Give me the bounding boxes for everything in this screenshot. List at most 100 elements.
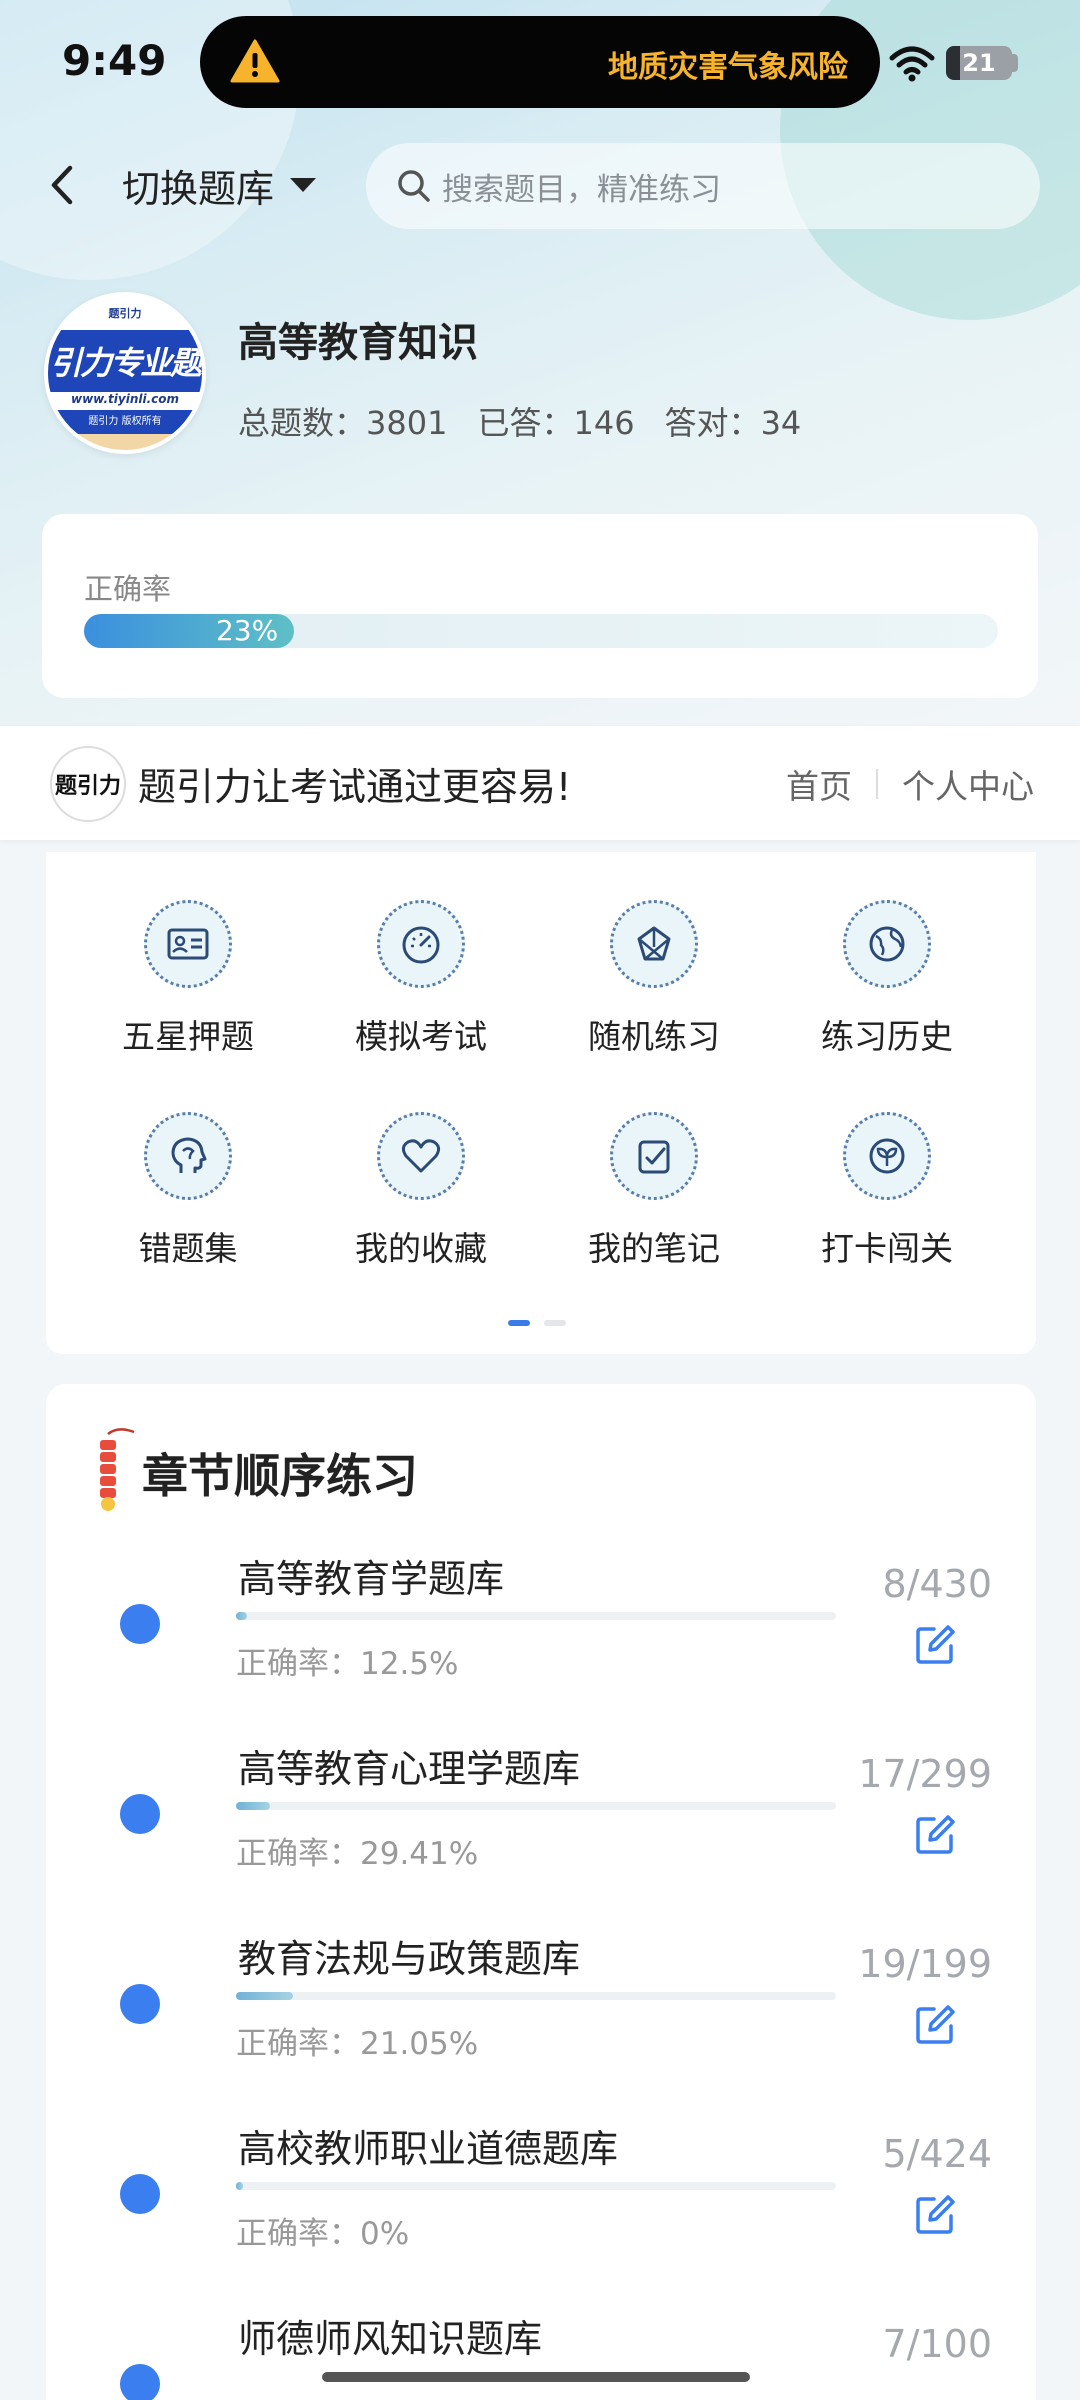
chapter-count: 19/199 [858, 1942, 992, 1986]
battery-cap [1012, 54, 1018, 72]
edit-icon[interactable] [912, 1622, 958, 1668]
search-icon [398, 170, 430, 202]
chapter-progress-fill [236, 1612, 248, 1620]
chapter-accuracy: 正确率：0% [236, 2216, 410, 2252]
tool-label: 随机练习 [588, 1017, 720, 1056]
stat-answered: 已答：146 [477, 404, 635, 442]
battery-indicator: 21 [946, 46, 1012, 80]
chapter-dot [120, 1794, 160, 1834]
chapter-count: 17/299 [858, 1752, 992, 1796]
chapter-row[interactable]: 师德师风知识题库 7/100 [46, 2308, 1036, 2400]
back-arrow-icon[interactable] [40, 160, 84, 210]
personal-center-link[interactable]: 个人中心 [902, 760, 1034, 808]
chapter-accuracy: 正确率：21.05% [236, 2026, 479, 2062]
brand-slogan: 题引力让考试通过更容易! [138, 765, 572, 809]
dynamic-island-alert[interactable]: 地质灾害气象风险 [200, 16, 880, 108]
accuracy-card: 正确率 23% [42, 514, 1038, 698]
chapter-progress-fill [236, 2182, 244, 2190]
chapter-row[interactable]: 教育法规与政策题库 正确率：21.05% 19/199 [46, 1928, 1036, 2118]
home-link[interactable]: 首页 [786, 760, 852, 808]
globe-icon [869, 926, 905, 962]
chapter-progress-track [236, 2182, 836, 2190]
chapter-count: 5/424 [882, 2132, 992, 2176]
note-check-icon [638, 1140, 670, 1174]
heart-icon [401, 1139, 441, 1173]
page-dot-active [508, 1320, 530, 1326]
tool-history[interactable]: 练习历史 [787, 900, 987, 1058]
logo-brand: 题引力 [108, 307, 142, 320]
chapter-progress-track [236, 1612, 836, 1620]
battery-level: 21 [962, 49, 996, 77]
chapter-progress-track [236, 1802, 836, 1810]
chapter-row[interactable]: 高校教师职业道德题库 正确率：0% 5/424 [46, 2118, 1036, 2308]
chapter-name: 师德师风知识题库 [238, 2317, 543, 2361]
tool-mock-exam[interactable]: 模拟考试 [321, 900, 521, 1058]
chapter-dot [120, 1984, 160, 2024]
chapter-title: 章节顺序练习 [142, 1449, 418, 1503]
home-indicator[interactable] [322, 2372, 750, 2382]
edit-icon[interactable] [912, 2002, 958, 2048]
tool-label: 我的收藏 [355, 1229, 487, 1268]
head-icon [171, 1137, 207, 1173]
stat-correct: 答对：34 [664, 404, 802, 442]
caret-down-icon [290, 178, 317, 192]
banner-links: 首页 个人中心 [786, 760, 1034, 808]
search-placeholder: 搜索题目，精准练习 [442, 171, 721, 208]
accuracy-value: 23% [215, 614, 279, 647]
chapter-dot [120, 2174, 160, 2214]
tool-checkin[interactable]: 打卡闯关 [787, 1112, 987, 1270]
stat-total: 总题数：3801 [238, 404, 448, 442]
brand-logo: 题引力 [50, 746, 126, 822]
tool-favorites[interactable]: 我的收藏 [321, 1112, 521, 1270]
tool-label: 模拟考试 [355, 1017, 487, 1056]
id-card-icon [167, 928, 209, 960]
tool-label: 我的笔记 [588, 1229, 720, 1268]
link-divider [876, 769, 878, 799]
alert-text: 地质灾害气象风险 [608, 50, 848, 85]
shuffle-icon [637, 926, 671, 961]
accuracy-progress-track: 23% [84, 614, 998, 648]
chapter-row[interactable]: 高等教育学题库 正确率：12.5% 8/430 [46, 1548, 1036, 1738]
leaf-icon [869, 1138, 905, 1174]
chapter-progress-fill [236, 1992, 293, 2000]
speedometer-icon [402, 926, 440, 964]
chapter-progress-track [236, 1992, 836, 2000]
chapter-count: 8/430 [882, 1562, 992, 1606]
status-time: 9:49 [62, 36, 167, 85]
logo-url: www.tiyinli.com [48, 392, 202, 410]
wifi-icon [889, 46, 935, 82]
tool-five-star[interactable]: 五星押题 [88, 900, 288, 1058]
accuracy-progress-fill: 23% [84, 614, 295, 648]
chapter-count: 7/100 [882, 2322, 992, 2366]
chapter-accuracy: 正确率：12.5% [236, 1646, 459, 1682]
logo-band-text: 引力专业题 [49, 344, 202, 382]
accuracy-label: 正确率 [84, 572, 172, 606]
page-dot [544, 1320, 566, 1326]
tool-notes[interactable]: 我的笔记 [554, 1112, 754, 1270]
chapter-name: 高等教育学题库 [238, 1557, 505, 1601]
page-indicator [508, 1320, 566, 1326]
chapter-name: 教育法规与政策题库 [238, 1937, 581, 1981]
chapter-row[interactable]: 高等教育心理学题库 正确率：29.41% 17/299 [46, 1738, 1036, 1928]
tool-label: 五星押题 [122, 1017, 254, 1056]
firecracker-icon [100, 1428, 135, 1511]
logo-rights: 题引力 版权所有 [48, 410, 202, 434]
bank-stats: 总题数：3801 已答：146 答对：34 [238, 398, 801, 444]
tool-random-practice[interactable]: 随机练习 [554, 900, 754, 1058]
tool-label: 错题集 [138, 1229, 238, 1268]
chapter-accuracy: 正确率：29.41% [236, 1836, 479, 1872]
tool-label: 打卡闯关 [821, 1229, 953, 1268]
chapter-dot [120, 2364, 160, 2400]
warning-icon [230, 39, 280, 83]
switch-bank-label: 切换题库 [122, 166, 275, 211]
edit-icon[interactable] [912, 1812, 958, 1858]
search-input[interactable]: 搜索题目，精准练习 [366, 143, 1040, 229]
tool-wrong-questions[interactable]: 错题集 [88, 1112, 288, 1270]
bank-title: 高等教育知识 [238, 320, 478, 366]
status-bar: 9:49 地质灾害气象风险 21 [0, 0, 1080, 120]
bank-logo: 题引力 引力专业题 www.tiyinli.com 题引力 版权所有 [44, 292, 206, 454]
switch-bank-dropdown[interactable]: 切换题库 [122, 160, 317, 211]
edit-icon[interactable] [912, 2192, 958, 2238]
brand-banner: 题引力 题引力让考试通过更容易! 首页 个人中心 [0, 726, 1080, 840]
chapter-practice-card: 章节顺序练习 高等教育学题库 正确率：12.5% 8/430 高等教育心理学题库… [46, 1384, 1036, 2400]
